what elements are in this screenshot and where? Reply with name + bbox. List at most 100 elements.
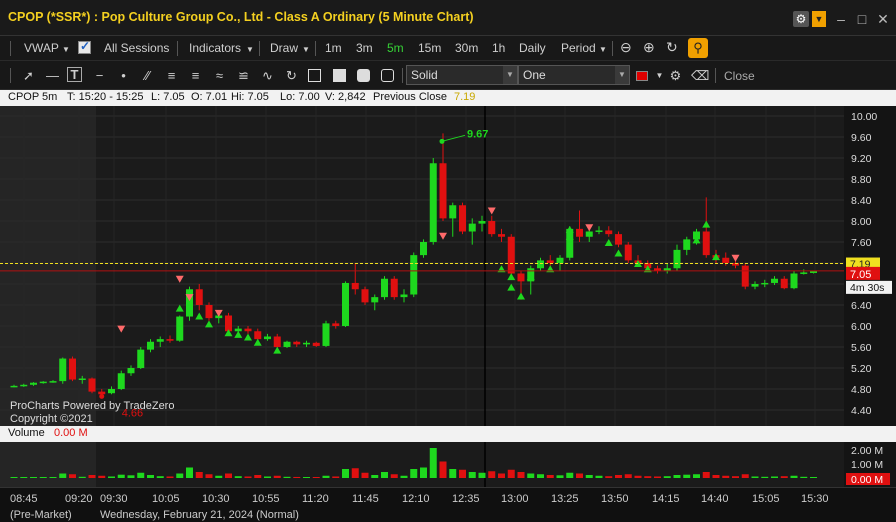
line-width-select[interactable]: One ▼	[518, 65, 630, 85]
fibonacci-extension-icon[interactable]: ≡	[187, 67, 204, 84]
divider	[715, 68, 716, 83]
settings-gear-icon[interactable]: ⚙	[793, 11, 809, 27]
toolbar-intervals: VWAP ▼ All Sessions Indicators ▼ Draw ▼ …	[0, 36, 896, 61]
fibonacci-retracement-icon[interactable]: ≡	[163, 67, 180, 84]
time-tick-label: 12:10	[402, 493, 430, 505]
volume-bar	[810, 477, 817, 478]
line-style-select[interactable]: Solid ▼	[406, 65, 518, 85]
text-tool-icon[interactable]: T	[67, 67, 82, 82]
candle-body	[351, 282, 359, 290]
volume-bar	[663, 476, 671, 478]
color-swatch[interactable]	[636, 71, 648, 81]
chevron-down-icon[interactable]: ▼	[62, 45, 70, 54]
volume-bar	[351, 468, 359, 478]
volume-bar	[195, 472, 203, 478]
time-tick-label: 13:00	[501, 493, 529, 505]
time-tick-label: 08:45	[10, 493, 38, 505]
interval-30m[interactable]: 30m	[455, 41, 478, 55]
chevron-down-icon[interactable]: ▼	[651, 67, 668, 84]
arc-icon[interactable]: ↻	[283, 67, 300, 84]
interval-5m[interactable]: 5m	[387, 41, 404, 55]
zoom-lock-icon[interactable]: ⚲	[688, 38, 708, 58]
volume-bar	[527, 473, 535, 478]
candle-body	[741, 265, 749, 287]
chevron-down-icon[interactable]: ▼	[246, 45, 254, 54]
gann-fan-icon[interactable]: ≌	[235, 67, 252, 84]
volume-bar	[332, 476, 340, 478]
candle-body	[254, 331, 262, 340]
chevron-down-icon[interactable]: ▼	[615, 66, 629, 84]
time-tick-label: 09:20	[65, 493, 93, 505]
chevron-down-icon[interactable]: ▼	[503, 66, 517, 84]
previous-close-label: Previous Close	[373, 91, 447, 103]
volume-bar	[254, 475, 262, 478]
chevron-down-icon[interactable]: ▼	[599, 45, 607, 54]
eraser-icon[interactable]: ⌫	[691, 67, 709, 84]
price-axis-label: 6.00	[851, 321, 872, 333]
watermark-line-2: Copyright ©2021	[10, 413, 93, 425]
vwap-dropdown[interactable]: VWAP	[24, 41, 59, 55]
candle-body	[556, 257, 564, 263]
volume-bar	[166, 476, 174, 478]
candle-body	[576, 228, 583, 237]
all-sessions-checkbox[interactable]	[78, 39, 91, 54]
previous-close-value: 7.19	[454, 91, 476, 103]
price-axis-label: 8.80	[851, 174, 872, 186]
volume-bar	[800, 476, 808, 478]
interval-1h[interactable]: 1h	[492, 41, 505, 55]
watermark: ProCharts Powered by TradeZero Copyright…	[10, 400, 174, 426]
filled-rectangle-icon[interactable]	[333, 69, 346, 82]
volume-axis-label: 2.00 M	[851, 445, 883, 457]
fibonacci-fan-icon[interactable]: ≈	[211, 67, 228, 84]
candle-body	[702, 231, 710, 256]
chevron-down-icon[interactable]: ▼	[302, 45, 310, 54]
time-tick-label: 09:30	[100, 493, 128, 505]
candle-body	[459, 205, 466, 232]
draw-dropdown[interactable]: Draw	[270, 41, 298, 55]
interval-15m[interactable]: 15m	[418, 41, 441, 55]
volume-bar	[293, 476, 301, 478]
volume-bar	[488, 471, 496, 478]
interval-daily[interactable]: Daily	[519, 41, 546, 55]
rounded-rectangle-icon[interactable]	[357, 69, 370, 82]
close-window-icon[interactable]: ✕	[876, 11, 890, 27]
horizontal-line-icon[interactable]: −	[91, 67, 108, 84]
ray-line-icon[interactable]: —	[44, 67, 61, 84]
rectangle-icon[interactable]	[308, 69, 321, 82]
volume-bar	[741, 474, 749, 478]
candle-body	[49, 381, 57, 383]
volume-bar	[312, 477, 320, 478]
period-dropdown[interactable]: Period	[561, 41, 596, 55]
gear-icon[interactable]: ⚙	[667, 67, 684, 84]
price-chart[interactable]: 10.009.609.208.808.408.007.607.206.806.4…	[0, 106, 896, 426]
all-sessions-label[interactable]: All Sessions	[104, 41, 169, 55]
volume-bar	[683, 474, 691, 478]
zoom-out-icon[interactable]: ⊖	[620, 39, 632, 56]
trend-line-icon[interactable]: ➚	[20, 67, 37, 84]
volume-chart[interactable]: 2.00 M 1.00 M 0.00 M	[0, 442, 896, 487]
indicators-dropdown[interactable]: Indicators	[189, 41, 241, 55]
candle-body	[771, 278, 778, 283]
polyline-icon[interactable]: ∿	[259, 67, 276, 84]
volume-bar	[176, 473, 184, 478]
extended-line-icon[interactable]: •—•	[115, 67, 132, 117]
interval-3m[interactable]: 3m	[356, 41, 373, 55]
rounded-outline-icon[interactable]	[381, 69, 394, 82]
maximize-icon[interactable]: □	[855, 11, 869, 27]
close-drawing-button[interactable]: Close	[724, 69, 755, 83]
interval-1m[interactable]: 1m	[325, 41, 342, 55]
zoom-reset-icon[interactable]: ↻	[666, 39, 678, 56]
dropdown-arrow-icon[interactable]: ▼	[812, 11, 826, 27]
volume-bar	[88, 475, 96, 478]
channel-icon[interactable]: ∕∕	[139, 67, 156, 84]
candle-body	[761, 282, 769, 285]
high-annotation-label: 9.67	[467, 128, 488, 140]
countdown-label: 4m 30s	[850, 282, 884, 294]
zoom-in-icon[interactable]: ⊕	[643, 39, 655, 56]
candle-body	[673, 249, 681, 269]
price-axis-label: 5.20	[851, 363, 872, 375]
candle-body	[800, 272, 808, 274]
minimize-icon[interactable]: –	[834, 11, 848, 27]
price-axis-label: 8.00	[851, 216, 872, 228]
volume-bar	[147, 475, 154, 478]
